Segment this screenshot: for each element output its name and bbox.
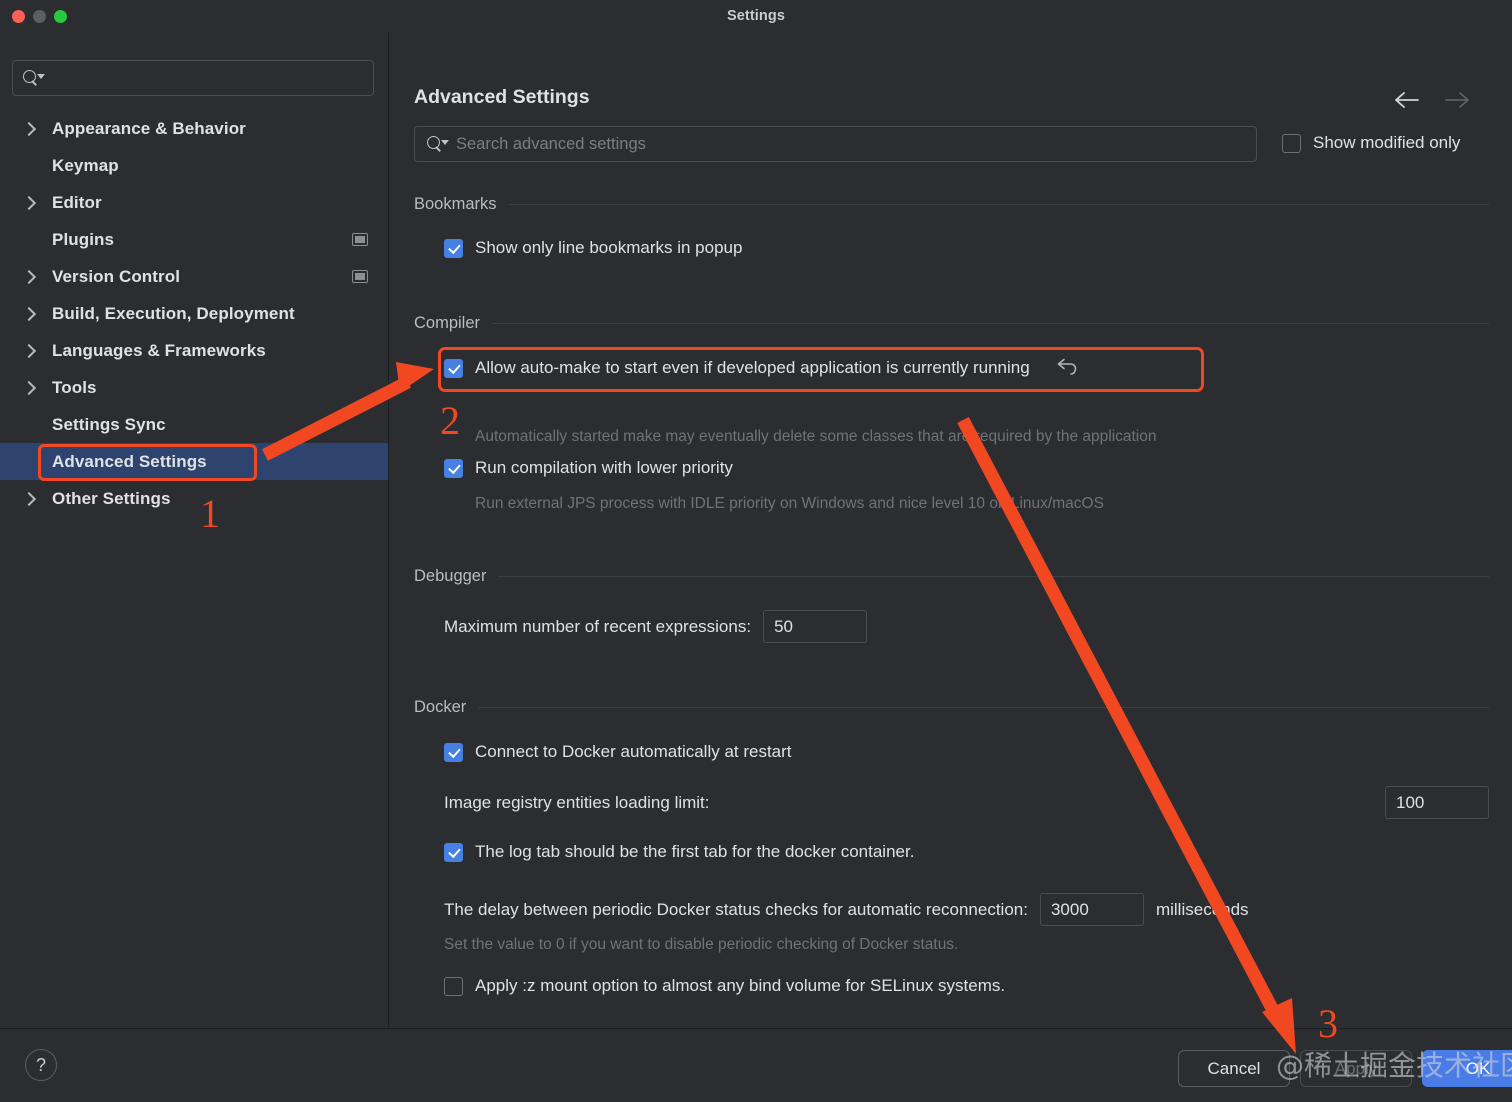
back-arrow-icon[interactable] — [1394, 91, 1420, 109]
cancel-button[interactable]: Cancel — [1178, 1050, 1290, 1087]
setting-label: The log tab should be the first tab for … — [475, 842, 914, 862]
chevron-right-icon[interactable] — [22, 198, 52, 208]
sidebar-item-editor[interactable]: Editor — [0, 184, 388, 221]
setting-image-registry-limit[interactable]: Image registry entities loading limit: 1… — [444, 786, 1489, 819]
sidebar-item-label: Languages & Frameworks — [52, 341, 266, 361]
selinux-z-mount-checkbox[interactable] — [444, 977, 463, 996]
show-modified-only-checkbox[interactable] — [1282, 134, 1301, 153]
section-title: Compiler — [414, 314, 492, 333]
section-title: Bookmarks — [414, 195, 509, 214]
sidebar-item-keymap[interactable]: Keymap — [0, 147, 388, 184]
chevron-right-icon[interactable] — [22, 309, 52, 319]
section-header-bookmarks: Bookmarks — [414, 195, 1489, 214]
sidebar-item-label: Keymap — [52, 156, 119, 176]
navigation-arrows — [1394, 91, 1470, 109]
dialog-footer: ? Cancel Apply OK — [0, 1028, 1512, 1102]
setting-docker-status-delay[interactable]: The delay between periodic Docker status… — [444, 893, 1249, 926]
sidebar-item-advanced-settings[interactable]: Advanced Settings — [0, 443, 388, 480]
section-title: Docker — [414, 698, 478, 717]
show-line-bookmarks-checkbox[interactable] — [444, 239, 463, 258]
chevron-right-icon[interactable] — [22, 383, 52, 393]
log-tab-first-checkbox[interactable] — [444, 843, 463, 862]
docker-status-delay-unit: milliseconds — [1156, 900, 1249, 920]
run-compilation-lower-priority-checkbox[interactable] — [444, 459, 463, 478]
setting-label: Image registry entities loading limit: — [444, 793, 710, 813]
search-placeholder: Search advanced settings — [456, 135, 646, 154]
sidebar-item-label: Advanced Settings — [52, 452, 207, 472]
show-modified-only-label: Show modified only — [1313, 133, 1460, 153]
run-compilation-lower-priority-description: Run external JPS process with IDLE prior… — [475, 492, 1375, 515]
setting-label: Show only line bookmarks in popup — [475, 238, 742, 258]
image-registry-limit-input[interactable]: 100 — [1385, 786, 1489, 819]
sidebar-item-other-settings[interactable]: Other Settings — [0, 480, 388, 517]
sidebar-item-label: Plugins — [52, 230, 114, 250]
sidebar-item-label: Editor — [52, 193, 102, 213]
docker-status-delay-description: Set the value to 0 if you want to disabl… — [444, 933, 1344, 956]
settings-sidebar: Appearance & Behavior Keymap Editor Plug… — [0, 33, 389, 1028]
advanced-settings-search-input[interactable]: Search advanced settings — [414, 126, 1257, 162]
sidebar-item-build-execution-deployment[interactable]: Build, Execution, Deployment — [0, 295, 388, 332]
settings-dialog: Settings Appearance & Behavior Keymap Ed… — [0, 0, 1512, 1102]
setting-connect-docker-at-restart[interactable]: Connect to Docker automatically at resta… — [444, 742, 792, 762]
sidebar-item-label: Other Settings — [52, 489, 171, 509]
allow-auto-make-checkbox[interactable] — [444, 359, 463, 378]
panel-window-icon — [352, 233, 368, 246]
section-header-docker: Docker — [414, 698, 1489, 717]
section-title: Debugger — [414, 567, 498, 586]
sidebar-search-input[interactable] — [12, 60, 374, 96]
panel-window-icon — [352, 270, 368, 283]
chevron-right-icon[interactable] — [22, 272, 52, 282]
setting-allow-auto-make[interactable]: Allow auto-make to start even if develop… — [444, 358, 1078, 378]
sidebar-item-languages-frameworks[interactable]: Languages & Frameworks — [0, 332, 388, 369]
setting-selinux-z-mount[interactable]: Apply :z mount option to almost any bind… — [444, 976, 1005, 996]
sidebar-item-label: Settings Sync — [52, 415, 166, 435]
chevron-right-icon[interactable] — [22, 346, 52, 356]
ok-button[interactable]: OK — [1422, 1050, 1512, 1087]
setting-label: Maximum number of recent expressions: — [444, 617, 751, 637]
setting-label: Apply :z mount option to almost any bind… — [475, 976, 1005, 996]
sidebar-item-tools[interactable]: Tools — [0, 369, 388, 406]
section-header-compiler: Compiler — [414, 314, 1489, 333]
setting-run-compilation-lower-priority[interactable]: Run compilation with lower priority — [444, 458, 733, 478]
setting-label: The delay between periodic Docker status… — [444, 900, 1028, 920]
sidebar-item-label: Build, Execution, Deployment — [52, 304, 295, 324]
apply-button: Apply — [1300, 1050, 1412, 1087]
section-divider — [498, 576, 1489, 577]
sidebar-item-version-control[interactable]: Version Control — [0, 258, 388, 295]
setting-log-tab-first[interactable]: The log tab should be the first tab for … — [444, 842, 914, 862]
title-bar: Settings — [0, 0, 1512, 34]
show-modified-only-toggle[interactable]: Show modified only — [1282, 133, 1460, 153]
sidebar-item-label: Tools — [52, 378, 97, 398]
page-title: Advanced Settings — [414, 86, 590, 109]
chevron-right-icon[interactable] — [22, 494, 52, 504]
max-recent-expressions-input[interactable]: 50 — [763, 610, 867, 643]
connect-docker-checkbox[interactable] — [444, 743, 463, 762]
sidebar-item-settings-sync[interactable]: Settings Sync — [0, 406, 388, 443]
section-header-debugger: Debugger — [414, 567, 1489, 586]
setting-max-recent-expressions[interactable]: Maximum number of recent expressions: 50 — [444, 610, 867, 643]
sidebar-item-plugins[interactable]: Plugins — [0, 221, 388, 258]
section-divider — [492, 323, 1489, 324]
settings-tree: Appearance & Behavior Keymap Editor Plug… — [0, 110, 388, 517]
chevron-right-icon[interactable] — [22, 124, 52, 134]
search-icon — [23, 70, 44, 87]
window-title: Settings — [0, 8, 1512, 24]
section-divider — [478, 707, 1489, 708]
sidebar-item-label: Appearance & Behavior — [52, 119, 246, 139]
forward-arrow-icon — [1444, 91, 1470, 109]
revert-icon[interactable] — [1054, 358, 1078, 378]
sidebar-item-appearance-behavior[interactable]: Appearance & Behavior — [0, 110, 388, 147]
setting-label: Connect to Docker automatically at resta… — [475, 742, 792, 762]
sidebar-item-label: Version Control — [52, 267, 180, 287]
help-icon[interactable]: ? — [25, 1049, 57, 1081]
search-icon — [427, 136, 448, 153]
setting-show-line-bookmarks[interactable]: Show only line bookmarks in popup — [444, 238, 742, 258]
allow-auto-make-description: Automatically started make may eventuall… — [475, 425, 1235, 448]
docker-status-delay-input[interactable]: 3000 — [1040, 893, 1144, 926]
setting-label: Allow auto-make to start even if develop… — [475, 358, 1030, 378]
section-divider — [509, 204, 1489, 205]
advanced-settings-panel: Advanced Settings Search advanced settin… — [389, 33, 1512, 1028]
setting-label: Run compilation with lower priority — [475, 458, 733, 478]
